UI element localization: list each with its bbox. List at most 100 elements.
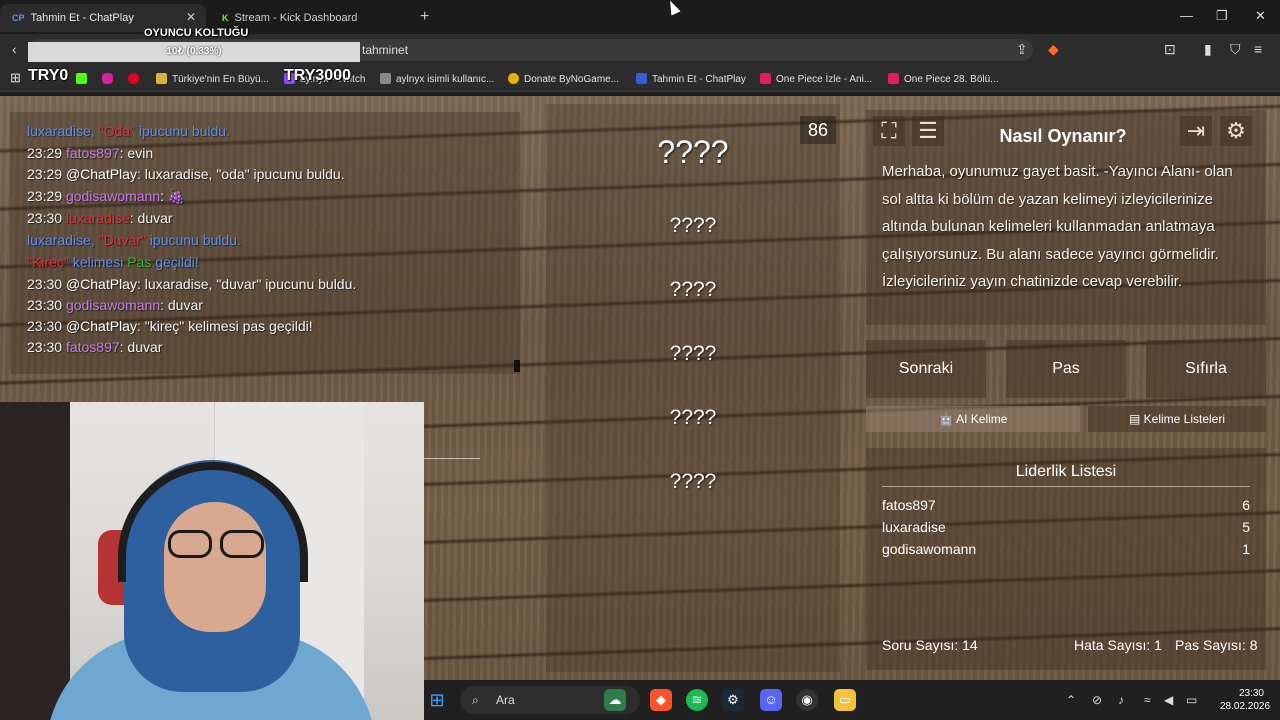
forbidden-word: ???? <box>669 406 717 429</box>
clock-time: 23:30 <box>1238 688 1264 699</box>
chat-username[interactable]: @ChatPlay <box>66 276 137 292</box>
leaderboard-row: luxaradise 5 <box>882 519 1250 535</box>
next-button[interactable]: Sonraki <box>866 340 986 398</box>
ai-word-tab-label: AI Kelime <box>956 412 1008 426</box>
chat-username[interactable]: godisawomann <box>66 188 160 204</box>
list-icon: ▤ <box>1128 412 1144 426</box>
bookmark-item[interactable]: One Piece İzle - Ani... <box>760 73 872 85</box>
minimize-icon[interactable]: — <box>1180 8 1193 23</box>
wifi-icon[interactable]: ≈ <box>1144 693 1151 707</box>
instagram-icon[interactable] <box>102 73 118 85</box>
steam-icon[interactable]: ⚙ <box>722 689 744 711</box>
chat-username[interactable]: godisawomann <box>66 297 160 313</box>
bookmark-item[interactable]: Tahmin Et - ChatPlay <box>636 73 746 85</box>
new-tab-icon[interactable]: + <box>420 8 429 26</box>
error-count: Hata Sayısı: 1 <box>1074 637 1162 653</box>
main-word: ???? <box>657 134 729 170</box>
player-score: 5 <box>1242 519 1250 535</box>
bookmark-item[interactable]: Donate ByNoGame... <box>508 73 619 85</box>
brave-shield-icon[interactable]: ◆ <box>1048 41 1059 58</box>
progress-text: 10₺ (0.33%) <box>166 46 222 57</box>
sidebar-icon[interactable]: ▮ <box>1204 41 1212 58</box>
reset-button[interactable]: Sıfırla <box>1146 340 1266 398</box>
chat-text: : luxaradise, "duvar" ipucunu buldu. <box>136 276 357 292</box>
chair-label: OYUNCU KOLTUĞU <box>144 27 249 39</box>
share-icon[interactable]: ⇪ <box>1016 41 1028 58</box>
chat-username[interactable]: @ChatPlay <box>66 318 137 334</box>
obs-icon[interactable]: ◉ <box>796 689 818 711</box>
player-name: godisawomann <box>882 541 977 557</box>
chat-time: 23:29 <box>27 145 63 161</box>
maximize-icon[interactable]: ❐ <box>1216 8 1228 24</box>
word-lists-tab[interactable]: ▤ Kelime Listeleri <box>1088 406 1266 432</box>
widget-icon[interactable]: ☁ <box>604 689 626 711</box>
file-explorer-icon[interactable]: ▭ <box>834 689 856 711</box>
spotify-icon[interactable]: ≋ <box>686 689 708 711</box>
chat-message: 23:30 @ChatPlay: "kireç" kelimesi pas ge… <box>27 318 313 334</box>
vpn-icon[interactable]: ⛉ <box>1230 41 1241 58</box>
settings-gear-icon[interactable]: ⚙ <box>1220 116 1252 146</box>
chat-username[interactable]: "Kireç" <box>27 254 69 270</box>
mute-mic-icon[interactable]: ⊘ <box>1092 693 1102 707</box>
back-icon[interactable]: ‹ <box>12 41 17 57</box>
window-close-icon[interactable]: ✕ <box>1255 8 1266 24</box>
windows-start-icon[interactable]: ⊞ <box>426 689 448 711</box>
search-placeholder: Ara <box>496 693 515 707</box>
leaderboard-row: godisawomann 1 <box>882 541 1250 557</box>
chat-username[interactable]: luxaradise <box>27 232 91 248</box>
donation-progress-bar: 10₺ (0.33%) <box>28 42 360 62</box>
bookmark-item[interactable]: aylnyx isimli kullanıc... <box>380 73 494 85</box>
tray-chevron-icon[interactable]: ⌃ <box>1066 693 1076 707</box>
chat-text: : "kireç" kelimesi pas geçildi! <box>136 318 313 334</box>
chat-text: : 🍇 <box>160 188 186 204</box>
kick-bookmark-icon[interactable] <box>76 73 92 85</box>
tab-title: Tahmin Et - ChatPlay <box>30 12 134 24</box>
chat-time: 23:29 <box>27 188 63 204</box>
screenshot-icon[interactable]: ⊡ <box>1164 41 1176 58</box>
brave-icon[interactable]: ◆ <box>650 689 672 711</box>
word-lists-tab-label: Kelime Listeleri <box>1143 412 1226 426</box>
forbidden-word: ???? <box>669 342 717 365</box>
pass-count: Pas Sayısı: 8 <box>1175 637 1258 653</box>
discord-icon[interactable]: ☺ <box>760 689 782 711</box>
apps-icon[interactable]: ⊞ <box>10 70 21 86</box>
fullscreen-icon[interactable]: ⛶ <box>873 116 905 146</box>
chat-text: : luxaradise, "oda" ipucunu buldu. <box>136 166 345 182</box>
notes-icon[interactable]: ☰ <box>912 116 944 146</box>
leaderboard-row: fatos897 6 <box>882 497 1250 513</box>
chat-message: luxaradise, "Duvar" ipucunu buldu. <box>27 232 241 248</box>
chat-username[interactable]: fatos897 <box>66 145 120 161</box>
pass-button[interactable]: Pas <box>1006 340 1126 398</box>
chat-text: ipucunu buldu. <box>135 123 230 139</box>
word-panel <box>546 104 840 672</box>
volume-icon[interactable]: ◀ <box>1164 693 1173 707</box>
chat-message: "Kireç" kelimesi Pas geçildi! <box>27 254 199 270</box>
taskbar-clock[interactable]: 23:30 28.02.2026 <box>1220 687 1271 713</box>
chat-message: 23:30 fatos897: duvar <box>27 339 162 355</box>
bookmark-item[interactable]: One Piece 28. Bölü... <box>888 73 999 85</box>
bookmark-label: One Piece İzle - Ani... <box>776 74 873 85</box>
chat-message: 23:30 @ChatPlay: luxaradise, "duvar" ipu… <box>27 276 356 292</box>
close-icon[interactable]: ✕ <box>186 10 196 24</box>
logout-icon[interactable]: ⇥ <box>1180 116 1212 146</box>
chat-username[interactable]: luxaradise <box>66 210 130 226</box>
menu-icon[interactable]: ≡ <box>1254 41 1262 57</box>
microphone-icon[interactable]: ♪ <box>1118 693 1124 707</box>
screen: CP Tahmin Et - ChatPlay ✕ K Stream - Kic… <box>0 0 1280 720</box>
pinterest-icon[interactable] <box>128 73 144 85</box>
ai-word-tab[interactable]: 🤖 AI Kelime <box>866 406 1080 432</box>
kick-favicon: K <box>222 13 229 23</box>
divider <box>424 458 480 459</box>
chat-username[interactable]: fatos897 <box>66 339 120 355</box>
bookmark-item[interactable]: Türkiye'nin En Büyü... <box>156 73 269 85</box>
leaderboard-title: Liderlik Listesi <box>1015 463 1117 480</box>
chat-username[interactable]: luxaradise <box>27 123 91 139</box>
player-name: fatos897 <box>882 497 936 513</box>
howto-text: Merhaba, oyunumuz gayet basit. -Yayıncı … <box>882 163 1233 290</box>
battery-icon[interactable]: ▭ <box>1186 693 1197 707</box>
bookmark-icon <box>508 73 519 84</box>
chat-username[interactable]: @ChatPlay <box>66 166 137 182</box>
chat-text: ipucunu buldu. <box>145 232 241 248</box>
chat-text: : duvar <box>119 339 163 355</box>
clock-date: 28.02.2026 <box>1220 701 1271 712</box>
